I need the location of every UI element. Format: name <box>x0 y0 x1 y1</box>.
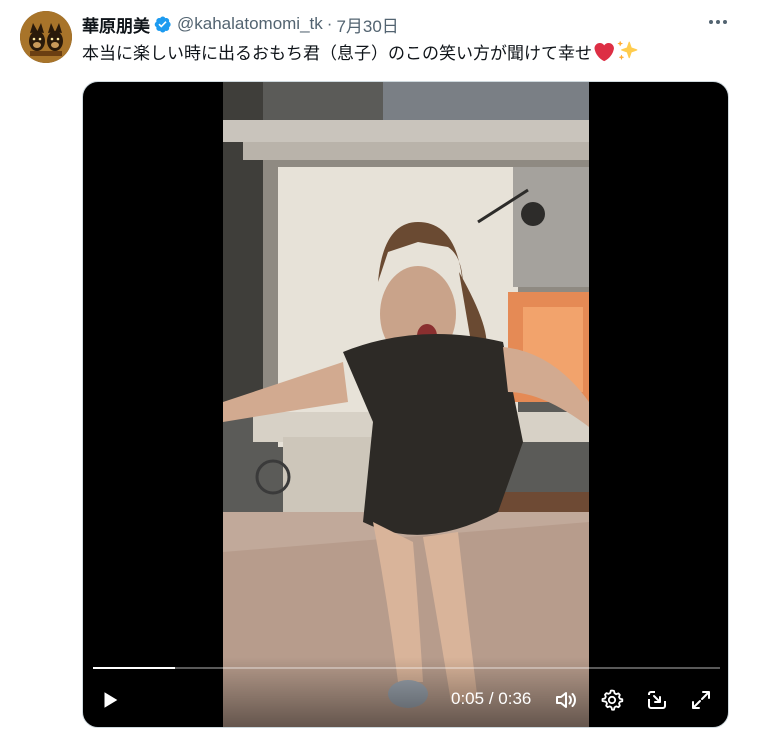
progress-bar[interactable] <box>93 667 720 669</box>
popout-icon[interactable] <box>644 687 670 713</box>
video-frame[interactable] <box>223 82 589 727</box>
dog-avatar-icon <box>20 11 72 63</box>
video-controls: 0:05 / 0:36 <box>83 657 728 727</box>
tweet-body: 本当に楽しい時に出るおもち君（息子）のこの笑い方が聞けて幸せ <box>82 44 592 64</box>
display-name[interactable]: 華原朋美 <box>82 12 150 37</box>
separator-dot: · <box>326 14 333 33</box>
volume-icon[interactable] <box>553 687 579 713</box>
current-time: 0:05 <box>451 689 485 708</box>
video-still <box>223 82 589 727</box>
more-options-icon[interactable] <box>704 10 732 34</box>
fullscreen-icon[interactable] <box>688 687 714 713</box>
tweet-text: 本当に楽しい時に出るおもち君（息子）のこの笑い方が聞けて幸せ <box>82 40 638 69</box>
tweet-date[interactable]: 7月30日 <box>336 12 398 37</box>
tweet: 華原朋美 @kahalatomomi_tk · 7月30日 本当に楽しい時に出る… <box>0 0 759 739</box>
sparkles-emoji <box>616 40 638 69</box>
tweet-header: 華原朋美 @kahalatomomi_tk · 7月30日 <box>82 12 399 37</box>
time-separator: / <box>488 689 494 708</box>
settings-icon[interactable] <box>599 687 625 713</box>
play-icon[interactable] <box>97 687 123 713</box>
verified-badge-icon[interactable] <box>153 15 172 34</box>
author-handle[interactable]: @kahalatomomi_tk <box>177 14 323 34</box>
heart-emoji <box>594 42 614 69</box>
video-player[interactable]: 0:05 / 0:36 <box>82 81 729 728</box>
duration: 0:36 <box>498 689 532 708</box>
progress-fill <box>93 667 175 669</box>
avatar[interactable] <box>20 11 72 63</box>
video-time: 0:05 / 0:36 <box>451 689 531 709</box>
